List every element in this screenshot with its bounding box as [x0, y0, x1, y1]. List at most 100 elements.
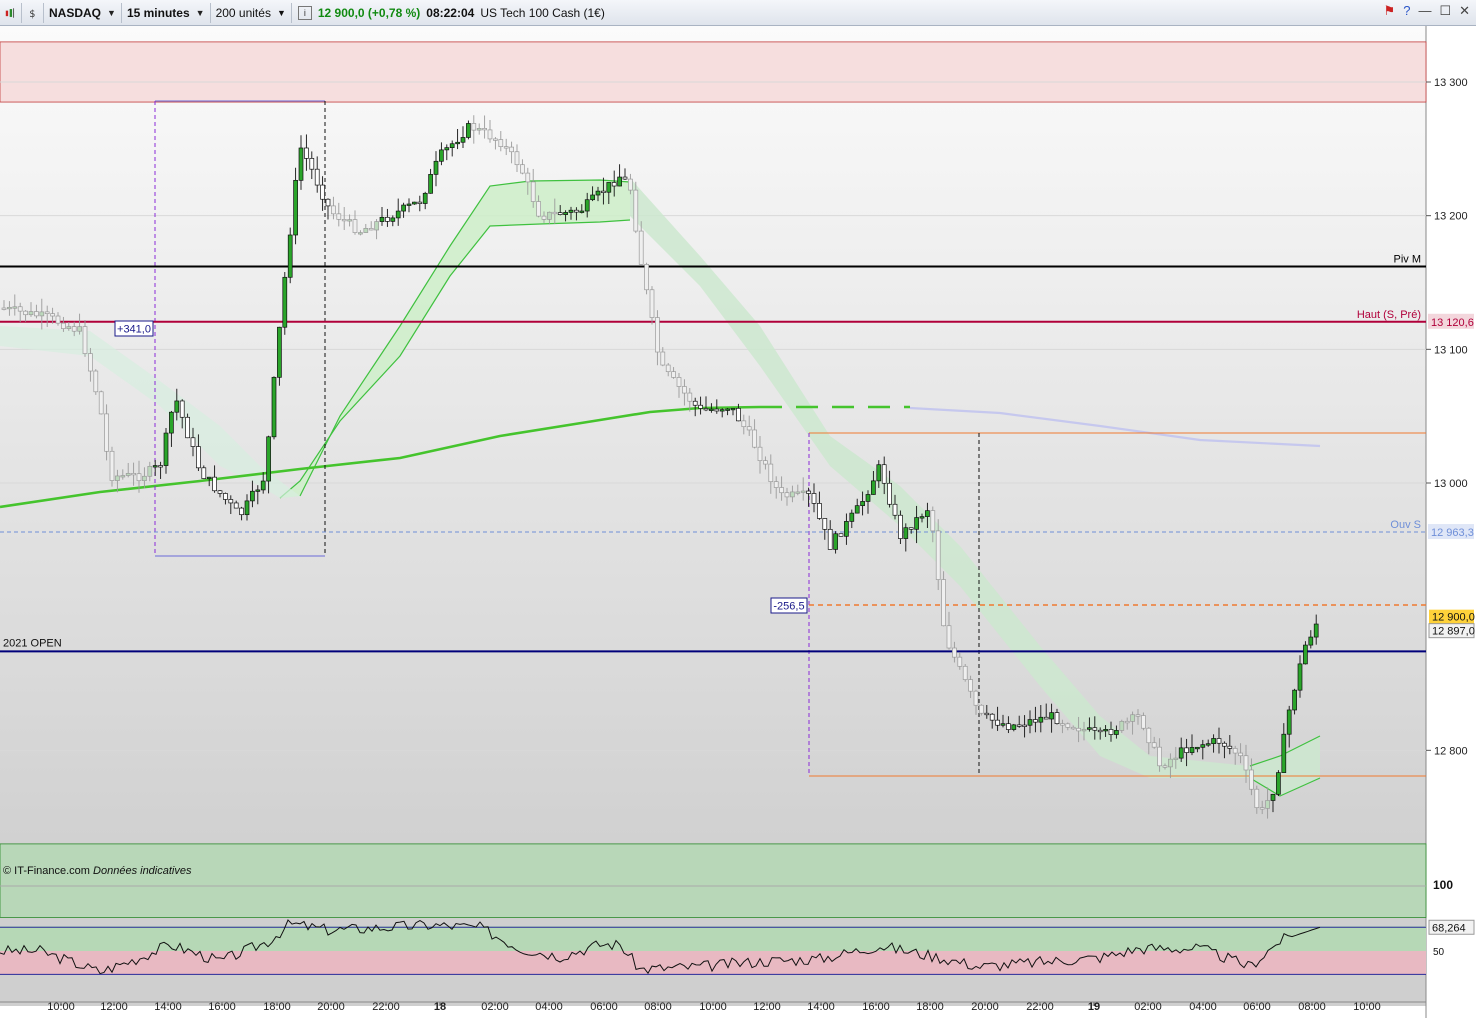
candle-body	[1033, 719, 1038, 723]
info-icon[interactable]: i	[297, 5, 312, 20]
candle-body	[860, 501, 865, 507]
candle-body	[287, 234, 293, 278]
candle-body	[460, 137, 466, 143]
candle-body	[1011, 724, 1017, 730]
candle-body	[1157, 746, 1162, 767]
candle-body	[962, 665, 968, 680]
candle-body	[719, 409, 725, 412]
y-tick-label: 13 200	[1434, 211, 1468, 223]
watermark: © IT-Finance.com Données indicatives	[3, 865, 192, 877]
candle-body	[973, 690, 979, 706]
x-tick-label: 02:00	[1134, 1001, 1162, 1013]
candle-body	[914, 517, 919, 530]
candle-body	[849, 512, 855, 522]
candle-body	[1211, 738, 1216, 745]
chart-type-icon[interactable]	[0, 2, 22, 23]
candle-body	[1151, 742, 1157, 748]
candle-body	[1292, 689, 1297, 711]
candle-body	[39, 311, 45, 317]
candle-body	[1016, 724, 1022, 727]
candle-body	[590, 194, 595, 201]
candle-body	[66, 326, 72, 330]
candle-body	[1243, 755, 1249, 771]
candle-body	[406, 203, 412, 206]
candle-body	[390, 217, 396, 222]
candle-body	[541, 215, 547, 220]
units-label: 200 unités	[215, 5, 271, 20]
candle-body	[444, 147, 450, 151]
candle-body	[736, 407, 741, 422]
candle-body	[806, 490, 811, 494]
candle-body	[838, 533, 844, 537]
candle-body	[28, 311, 34, 316]
candle-body	[644, 264, 649, 291]
price-chart[interactable]: 13 300 13 200 13 100 13 000 12 800 10:00 12:00…	[0, 26, 1476, 1018]
candle-body	[1108, 729, 1114, 735]
candle-body	[82, 326, 88, 354]
chevron-down-icon: ▼	[195, 7, 205, 18]
candle-body	[304, 147, 309, 159]
candle-body	[131, 473, 136, 476]
candle-body	[865, 494, 871, 502]
candle-body	[617, 176, 622, 187]
candle-body	[142, 475, 147, 482]
candle-body	[871, 480, 876, 495]
candle-body	[968, 679, 973, 692]
candle-body	[741, 420, 747, 428]
x-tick-label: 19	[1088, 1001, 1100, 1013]
candle-body	[71, 326, 77, 332]
candle-body	[1249, 769, 1254, 790]
candle-body	[228, 499, 234, 504]
alert-icon[interactable]: ⚑	[1384, 3, 1396, 19]
candle-body	[1135, 714, 1141, 717]
candle-body	[12, 306, 18, 309]
candle-body	[190, 437, 196, 447]
minimize-icon[interactable]: —	[1418, 3, 1431, 19]
candle-body	[271, 376, 277, 438]
price-level-label: Ouv S	[1390, 519, 1421, 531]
symbol-dropdown[interactable]: NASDAQ ▼	[44, 2, 122, 23]
candle-body	[1092, 727, 1098, 731]
units-dropdown[interactable]: 200 unités ▼	[211, 2, 292, 23]
candle-body	[104, 413, 109, 452]
candle-body	[1205, 743, 1211, 746]
x-tick-label: 20:00	[317, 1001, 345, 1013]
indicator-upper-zone	[0, 926, 1426, 951]
candle-body	[476, 128, 482, 131]
candle-body	[881, 464, 887, 484]
candle-body	[1049, 712, 1054, 720]
measure-label: +341,0	[117, 324, 151, 336]
candle-body	[1081, 728, 1087, 732]
candle-body	[466, 123, 471, 138]
candle-body	[201, 467, 207, 479]
candle-body	[536, 201, 541, 217]
candle-body	[698, 404, 703, 409]
y-tick-label: 13 300	[1434, 77, 1468, 89]
symbol-label: NASDAQ	[49, 5, 102, 20]
x-tick-label: 10:00	[1353, 1001, 1381, 1013]
candle-body	[925, 510, 930, 517]
candle-body	[325, 198, 331, 207]
candle-body	[239, 507, 244, 516]
candle-body	[422, 192, 428, 204]
candle-body	[833, 533, 838, 550]
candle-body	[692, 400, 698, 406]
maximize-icon[interactable]: ☐	[1439, 3, 1451, 19]
candle-body	[1195, 746, 1200, 750]
x-tick-label: 08:00	[1298, 1001, 1326, 1013]
candle-body	[1184, 747, 1189, 753]
candle-body	[196, 446, 201, 469]
close-icon[interactable]: ✕	[1459, 3, 1470, 19]
x-tick-label: 22:00	[372, 1001, 400, 1013]
candle-body	[898, 514, 903, 539]
candle-body	[563, 212, 568, 215]
candle-body	[941, 579, 946, 627]
dollar-icon[interactable]: $	[22, 2, 44, 23]
help-icon[interactable]: ?	[1403, 3, 1410, 19]
candle-body	[363, 228, 369, 233]
candle-body	[800, 490, 806, 493]
interval-dropdown[interactable]: 15 minutes ▼	[122, 2, 211, 23]
candle-body	[1303, 644, 1308, 665]
candle-body	[174, 400, 180, 413]
candle-body	[1189, 747, 1195, 753]
